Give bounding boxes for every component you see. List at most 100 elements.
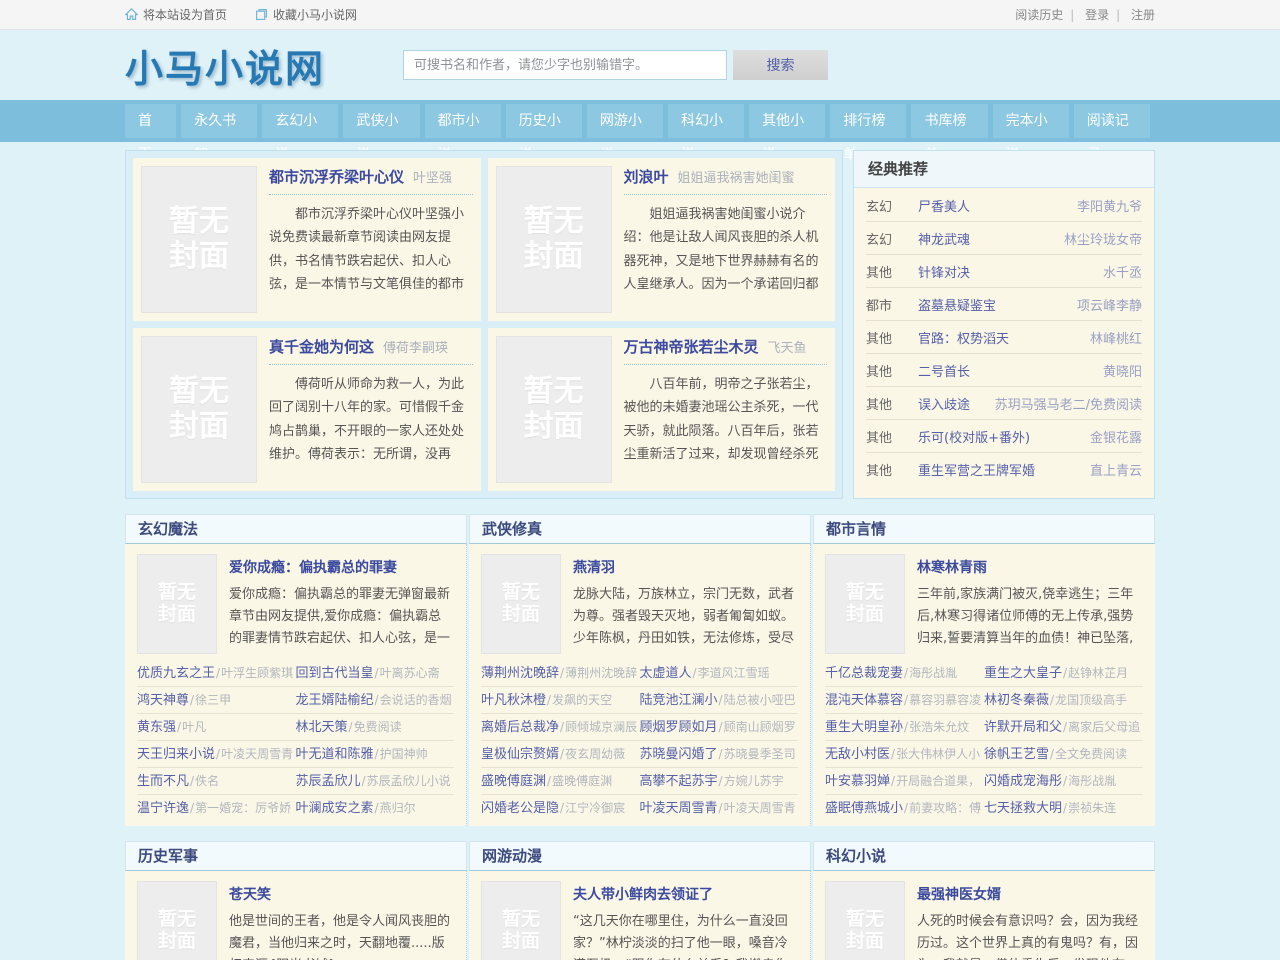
book-title-link[interactable]: 爱你成瘾：偏执霸总的罪妻 — [229, 557, 454, 577]
book-title-link[interactable]: 回到古代当皇 — [296, 666, 374, 681]
book-title-link[interactable]: 林北天策 — [296, 720, 348, 735]
book-title-link[interactable]: 混沌天体慕容 — [825, 693, 903, 708]
nav-completed[interactable]: 完本小说 — [993, 104, 1069, 138]
book-title-link[interactable]: 尸香美人 — [918, 196, 1071, 215]
register-link[interactable]: 注册 — [1131, 8, 1155, 22]
nav-bookshelf[interactable]: 永久书架 — [181, 104, 257, 138]
book-author: 顾倾城京澜辰 — [559, 720, 637, 734]
book-cover[interactable]: 暂无封面 — [825, 554, 905, 654]
book-title-link[interactable]: 燕清羽 — [573, 557, 798, 577]
book-cover[interactable]: 暂无封面 — [825, 881, 905, 960]
site-logo[interactable]: 小马小说网 — [125, 38, 403, 93]
book-title-link[interactable]: 官路：权势滔天 — [918, 328, 1084, 347]
book-cover[interactable]: 暂无封面 — [137, 554, 217, 654]
nav-wuxia[interactable]: 武侠小说 — [343, 104, 419, 138]
book-title-link[interactable]: 优质九玄之王 — [137, 666, 215, 681]
section-title: 历史军事 — [125, 841, 467, 871]
book-author: 叶凡 — [176, 720, 206, 734]
book-title-link[interactable]: 盛晚傅庭渊 — [481, 774, 546, 789]
book-title-link[interactable]: 天王归来小说 — [137, 747, 215, 762]
book-cover[interactable]: 暂无封面 — [141, 166, 257, 313]
book-cover[interactable]: 暂无封面 — [481, 881, 561, 960]
book-title-link[interactable]: 万古神帝张若尘木灵 — [624, 338, 759, 356]
search-input[interactable] — [403, 50, 727, 80]
nav-urban[interactable]: 都市小说 — [425, 104, 501, 138]
book-title-link[interactable]: 高攀不起苏宇 — [640, 774, 718, 789]
book-title-link[interactable]: 叶凡秋沐橙 — [481, 693, 546, 708]
book-title-link[interactable]: 真千金她为何这 — [269, 338, 374, 356]
book-title-link[interactable]: 鸿天神尊 — [137, 693, 189, 708]
nav-other[interactable]: 其他小说 — [749, 104, 825, 138]
book-description: “这几天你在哪里住，为什么一直没回家？”林柠淡淡的扫了他一眼，嗓音冷漠至极：“跟… — [573, 911, 798, 960]
book-title-link[interactable]: 黄东强 — [137, 720, 176, 735]
book-author: 全文免费阅读 — [1049, 747, 1127, 761]
book-title-link[interactable]: 二号首长 — [918, 361, 1097, 380]
book-author: 免费阅读 — [348, 720, 402, 734]
site-header: 小马小说网 搜索 — [0, 30, 1280, 100]
home-icon — [125, 8, 138, 21]
book-title-link[interactable]: 千亿总裁宠妻 — [825, 666, 903, 681]
nav-library-rank[interactable]: 书库榜单 — [911, 104, 987, 138]
book-title-link[interactable]: 叶凌天周雪青 — [640, 801, 718, 816]
set-homepage-link[interactable]: 将本站设为首页 — [125, 6, 227, 23]
nav-home[interactable]: 首页 — [125, 104, 176, 138]
book-title-link[interactable]: 温宁许逸 — [137, 801, 189, 816]
book-title-link[interactable]: 最强神医女婿 — [917, 884, 1143, 904]
reading-history-link[interactable]: 阅读历史 — [1015, 8, 1063, 22]
book-title-link[interactable]: 盛眠傅燕城小 — [825, 801, 903, 816]
login-link[interactable]: 登录 — [1085, 8, 1109, 22]
book-title-link[interactable]: 苏晓曼闪婚了 — [640, 747, 718, 762]
section-game-anime: 网游动漫 暂无封面 夫人带小鲜肉去领证了 “这几天你在哪里住，为什么一直没回家？… — [469, 841, 811, 960]
book-title-link[interactable]: 许默开局和父 — [984, 720, 1062, 735]
book-title-link[interactable]: 苏辰孟欣儿 — [296, 774, 361, 789]
book-author: 水千丞 — [1103, 262, 1142, 281]
nav-game[interactable]: 网游小说 — [587, 104, 663, 138]
book-title-link[interactable]: 七天拯救大明 — [984, 801, 1062, 816]
book-title-link[interactable]: 无敌小村医 — [825, 747, 890, 762]
book-title-link[interactable]: 刘浪叶 — [624, 168, 669, 186]
nav-ranking[interactable]: 排行榜单 — [830, 104, 906, 138]
book-title-link[interactable]: 盗墓悬疑鉴宝 — [918, 295, 1071, 314]
book-cover[interactable]: 暂无封面 — [496, 336, 612, 483]
bookmark-site-link[interactable]: 收藏小马小说网 — [255, 6, 357, 23]
section-scifi: 科幻小说 暂无封面 最强神医女婿 人死的时候会有意识吗？会，因为我经历过。这个世… — [813, 841, 1155, 960]
book-title-link[interactable]: 重生之大皇子 — [984, 666, 1062, 681]
book-title-link[interactable]: 叶安慕羽婵 — [825, 774, 890, 789]
book-title-link[interactable]: 夫人带小鲜肉去领证了 — [573, 884, 798, 904]
book-title-link[interactable]: 顾烟罗顾如月 — [640, 720, 718, 735]
book-title-link[interactable]: 闪婚老公是隐 — [481, 801, 559, 816]
book-title-link[interactable]: 叶澜成安之素 — [296, 801, 374, 816]
book-title-link[interactable]: 生而不凡 — [137, 774, 189, 789]
book-title-link[interactable]: 太虚道人 — [640, 666, 692, 681]
book-author: 方婉儿苏宇 — [718, 774, 784, 788]
book-title-link[interactable]: 皇极仙宗赘婿 — [481, 747, 559, 762]
book-cover[interactable]: 暂无封面 — [481, 554, 561, 654]
nav-reading-record[interactable]: 阅读记录 — [1074, 104, 1150, 138]
nav-fantasy[interactable]: 玄幻小说 — [262, 104, 338, 138]
book-title-link[interactable]: 陆竞池江澜小 — [640, 693, 718, 708]
book-cover[interactable]: 暂无封面 — [141, 336, 257, 483]
book-title-link[interactable]: 都市沉浮乔梁叶心仪 — [269, 168, 404, 186]
book-title-link[interactable]: 闪婚成宠海彤 — [984, 774, 1062, 789]
book-title-link[interactable]: 林初冬秦薇 — [984, 693, 1049, 708]
nav-history[interactable]: 历史小说 — [506, 104, 582, 138]
book-title-link[interactable]: 针锋对决 — [918, 262, 1097, 281]
book-title-link[interactable]: 徐帆王艺雪 — [984, 747, 1049, 762]
book-title-link[interactable]: 重生军营之王牌军婚 — [918, 460, 1084, 479]
search-button[interactable]: 搜索 — [733, 50, 828, 80]
book-title-link[interactable]: 林寒林青雨 — [917, 557, 1143, 577]
book-title-link[interactable]: 重生大明皇孙 — [825, 720, 903, 735]
recommend-row: 其他误入歧途苏玥马强马老二/免费阅读 — [866, 387, 1142, 420]
book-title-link[interactable]: 叶无道和陈雅 — [296, 747, 374, 762]
book-title-link[interactable]: 龙王婿陆榆纪 — [296, 693, 374, 708]
nav-scifi[interactable]: 科幻小说 — [668, 104, 744, 138]
book-title-link[interactable]: 乐可(校对版+番外) — [918, 427, 1084, 446]
book-title-link[interactable]: 离婚后总裁净 — [481, 720, 559, 735]
book-cover[interactable]: 暂无封面 — [496, 166, 612, 313]
book-title-link[interactable]: 误入歧途 — [918, 394, 989, 413]
book-title-link[interactable]: 神龙武魂 — [918, 229, 1058, 248]
book-title-link[interactable]: 薄荆州沈晚辞 — [481, 666, 559, 681]
book-title-link[interactable]: 苍天笑 — [229, 884, 454, 904]
book-description: 傅荷听从师命为救一人，为此回了阔别十八年的家。可惜假千金鸠占鹊巢，不开眼的一家人… — [269, 373, 473, 467]
book-cover[interactable]: 暂无封面 — [137, 881, 217, 960]
